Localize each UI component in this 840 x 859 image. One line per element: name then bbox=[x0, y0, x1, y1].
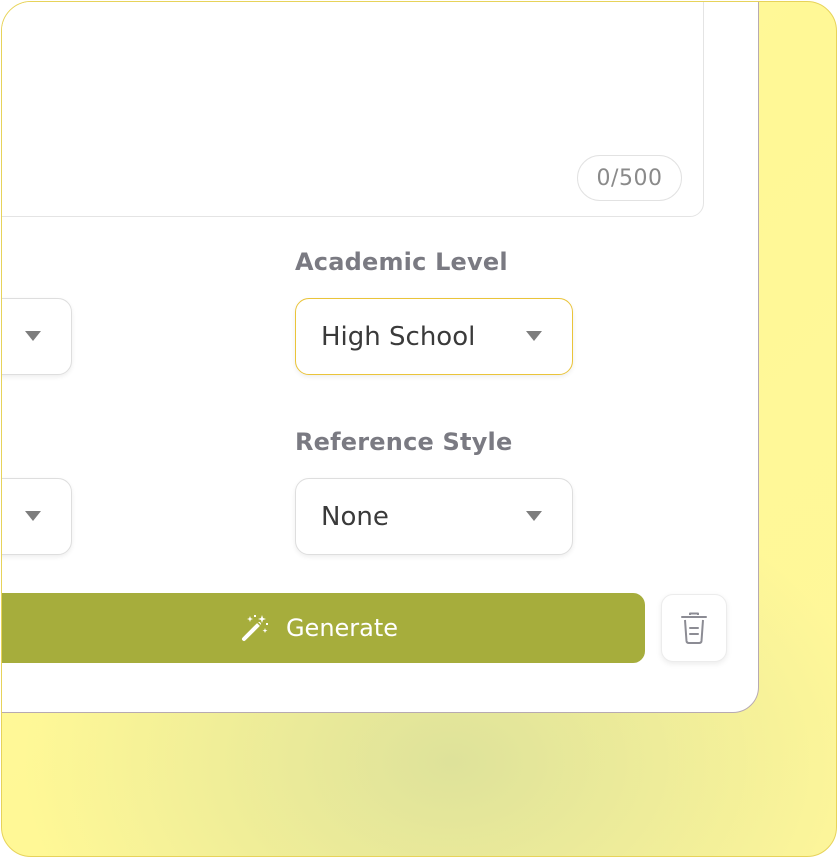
prompt-textarea[interactable]: 0/500 bbox=[2, 2, 704, 217]
generate-label: Generate bbox=[285, 614, 399, 642]
chevron-down-icon bbox=[526, 511, 542, 521]
academic-level-value: High School bbox=[321, 321, 476, 352]
reference-style-select[interactable]: None bbox=[295, 478, 573, 555]
generate-button[interactable]: Generate bbox=[2, 593, 645, 663]
reference-style-label: Reference Style bbox=[295, 428, 513, 456]
background-frame: 0/500 Academic Level High School Referen… bbox=[1, 1, 837, 857]
delete-button[interactable] bbox=[661, 594, 727, 662]
academic-level-label: Academic Level bbox=[295, 248, 508, 276]
character-counter: 0/500 bbox=[577, 155, 682, 201]
left-select-bottom[interactable] bbox=[2, 478, 72, 555]
academic-level-select[interactable]: High School bbox=[295, 298, 573, 375]
trash-icon bbox=[681, 612, 707, 644]
reference-style-value: None bbox=[321, 501, 389, 532]
magic-wand-icon bbox=[241, 615, 268, 641]
form-card: 0/500 Academic Level High School Referen… bbox=[2, 2, 759, 713]
left-select-top[interactable] bbox=[2, 298, 72, 375]
chevron-down-icon bbox=[25, 511, 41, 521]
chevron-down-icon bbox=[526, 331, 542, 341]
chevron-down-icon bbox=[25, 331, 41, 341]
